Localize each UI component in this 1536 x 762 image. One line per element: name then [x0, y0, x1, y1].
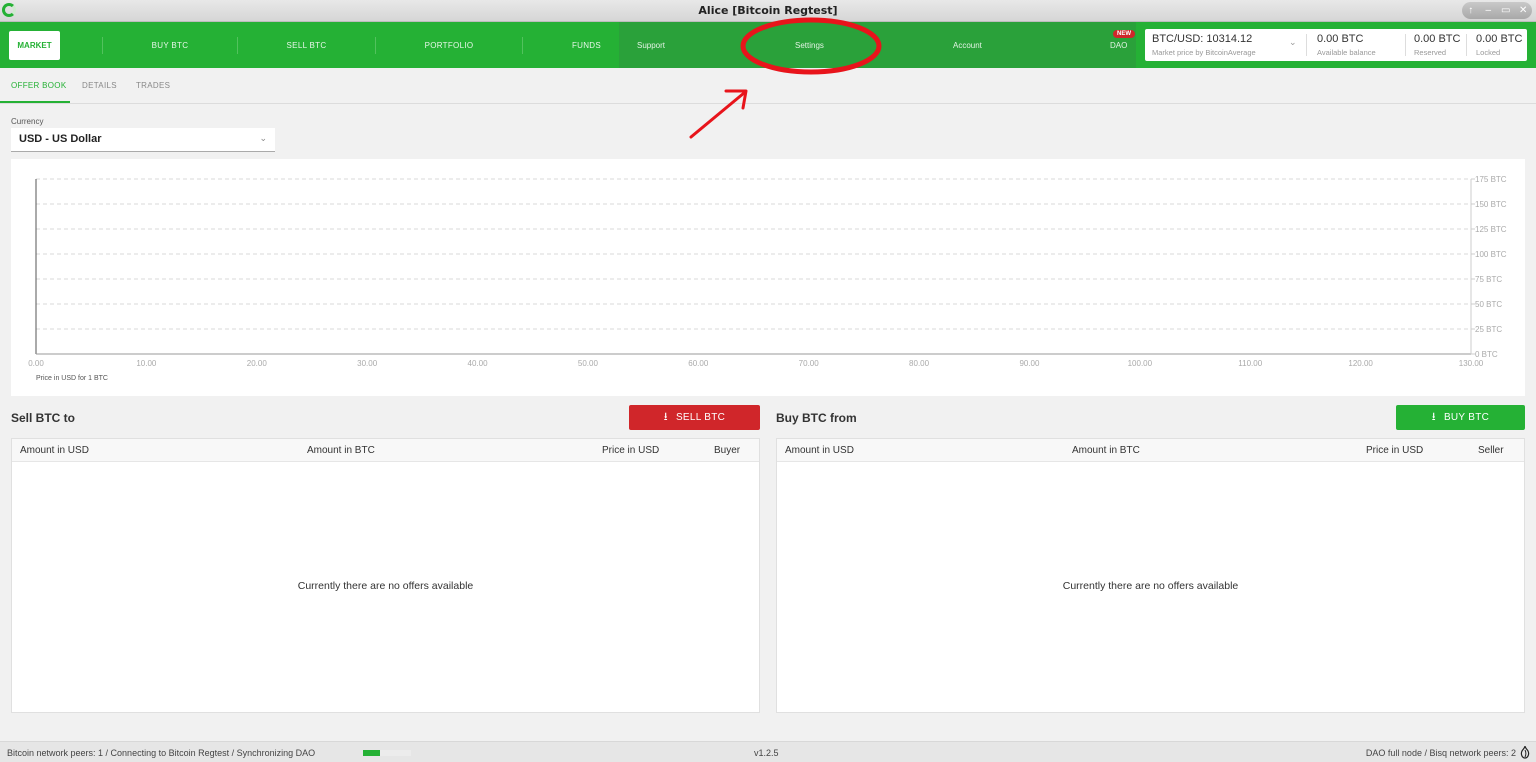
network-status-text: Bitcoin network peers: 1 / Connecting to… — [7, 748, 316, 758]
x-tick-label: 10.00 — [136, 359, 157, 368]
locked-balance-label: Locked — [1476, 48, 1501, 57]
y-tick-label: 100 BTC — [1475, 250, 1507, 259]
x-tick-label: 60.00 — [688, 359, 709, 368]
column-header[interactable]: Amount in BTC — [1072, 445, 1140, 456]
table-header: Amount in USD Amount in BTC Price in USD… — [12, 439, 759, 462]
active-tab-indicator — [0, 101, 70, 103]
window-up-icon[interactable]: ↑ — [1464, 4, 1478, 18]
x-tick-label: 80.00 — [909, 359, 930, 368]
offer-depth-chart: 0 BTC 25 BTC 50 BTC 75 BTC 100 BTC 125 BTC 150… — [11, 159, 1525, 396]
market-price-value: BTC/USD: 10314.12 — [1152, 33, 1253, 45]
currency-value: USD - US Dollar — [19, 133, 102, 145]
buy-btc-button[interactable]: ⭳ BUY BTC — [1396, 405, 1525, 430]
reserved-balance-label: Reserved — [1414, 48, 1447, 57]
nav-market-button[interactable]: MARKET — [9, 31, 60, 60]
window-title: Alice [Bitcoin Regtest] — [698, 4, 838, 17]
sync-progress-fill — [363, 750, 380, 756]
available-balance-value: 0.00 BTC — [1317, 33, 1364, 45]
y-tick-label: 75 BTC — [1475, 275, 1502, 284]
x-tick-label: 110.00 — [1238, 359, 1262, 368]
column-header[interactable]: Price in USD — [1366, 445, 1423, 456]
nav-dao-button[interactable]: DAO — [1110, 41, 1127, 50]
window-maximize-icon[interactable]: ▭ — [1499, 4, 1513, 18]
locked-balance-value: 0.00 BTC — [1476, 33, 1523, 45]
y-tick-label: 175 BTC — [1475, 175, 1507, 184]
balance-divider — [1466, 34, 1467, 56]
table-header: Amount in USD Amount in BTC Price in USD… — [777, 439, 1524, 462]
tab-offer-book[interactable]: OFFER BOOK — [11, 81, 66, 90]
chevron-down-icon: ⌄ — [259, 133, 267, 143]
nav-portfolio-button[interactable]: PORTFOLIO — [376, 22, 522, 68]
balance-divider — [1405, 34, 1406, 56]
window-controls: ↑ – ▭ ✕ — [1462, 2, 1532, 19]
x-tick-label: 50.00 — [578, 359, 599, 368]
sell-btc-button[interactable]: ⭳ SELL BTC — [629, 405, 760, 430]
x-tick-label: 30.00 — [357, 359, 378, 368]
sell-section-title: Sell BTC to — [11, 411, 76, 425]
empty-offers-message: Currently there are no offers available — [1062, 580, 1239, 592]
y-tick-label: 25 BTC — [1475, 325, 1502, 334]
market-tabs: OFFER BOOK DETAILS TRADES — [0, 68, 1536, 104]
x-tick-label: 70.00 — [799, 359, 820, 368]
peer-status-text: DAO full node / Bisq network peers: 2 — [1365, 748, 1516, 758]
reserved-balance-value: 0.00 BTC — [1414, 33, 1461, 45]
nav-buy-btc-button[interactable]: BUY BTC — [103, 22, 237, 68]
x-tick-label: 120.00 — [1348, 359, 1373, 368]
nav-sell-btc-button[interactable]: SELL BTC — [238, 22, 375, 68]
chart-canvas: 0 BTC 25 BTC 50 BTC 75 BTC 100 BTC 125 BTC 150… — [28, 175, 1507, 382]
balance-panel: BTC/USD: 10314.12 Market price by Bitcoi… — [1145, 29, 1527, 61]
market-price-label: Market price by BitcoinAverage — [1152, 48, 1256, 57]
buy-section-title: Buy BTC from — [776, 411, 857, 425]
available-balance-label: Available balance — [1317, 48, 1376, 57]
column-header[interactable]: Seller — [1478, 445, 1504, 456]
chevron-down-icon: ⌄ — [1289, 37, 1297, 47]
market-price-selector[interactable]: BTC/USD: 10314.12 Market price by Bitcoi… — [1145, 29, 1305, 61]
x-tick-label: 20.00 — [247, 359, 268, 368]
nav-funds-button[interactable]: FUNDS — [523, 22, 619, 68]
download-tray-icon: ⭳ — [1431, 411, 1436, 423]
buy-btc-button-label: BUY BTC — [1443, 412, 1490, 423]
column-header[interactable]: Price in USD — [602, 445, 659, 456]
window-minimize-icon[interactable]: – — [1481, 4, 1495, 18]
top-navigation: MARKET BUY BTC SELL BTC PORTFOLIO FUNDS … — [0, 22, 1536, 68]
column-header[interactable]: Amount in BTC — [307, 445, 375, 456]
balance-divider — [1306, 34, 1307, 56]
y-tick-label: 125 BTC — [1475, 225, 1507, 234]
sync-progress-bar — [363, 750, 411, 756]
secondary-nav — [619, 22, 1136, 68]
column-header[interactable]: Buyer — [714, 445, 740, 456]
x-tick-label: 90.00 — [1019, 359, 1040, 368]
x-tick-label: 100.00 — [1128, 359, 1153, 368]
currency-label: Currency — [11, 117, 44, 126]
nav-account-button[interactable]: Account — [953, 22, 982, 68]
y-tick-label: 0 BTC — [1475, 350, 1498, 359]
tor-onion-icon[interactable] — [1520, 745, 1530, 759]
sell-btc-button-label: SELL BTC — [675, 412, 726, 423]
app-version: v1.2.5 — [754, 748, 779, 758]
tab-trades[interactable]: TRADES — [136, 81, 170, 90]
window-close-icon[interactable]: ✕ — [1516, 4, 1530, 18]
x-tick-label: 0.00 — [28, 359, 44, 368]
sell-offers-table: Amount in USD Amount in BTC Price in USD… — [11, 438, 760, 713]
currency-select[interactable]: USD - US Dollar ⌄ — [11, 128, 275, 152]
x-axis-title: Price in USD for 1 BTC — [36, 375, 108, 382]
buy-offers-table: Amount in USD Amount in BTC Price in USD… — [776, 438, 1525, 713]
new-badge: NEW — [1113, 30, 1135, 38]
y-tick-label: 150 BTC — [1475, 200, 1507, 209]
tab-details[interactable]: DETAILS — [82, 81, 117, 90]
column-header[interactable]: Amount in USD — [20, 445, 89, 456]
status-bar: Bitcoin network peers: 1 / Connecting to… — [0, 741, 1536, 762]
column-header[interactable]: Amount in USD — [785, 445, 854, 456]
empty-offers-message: Currently there are no offers available — [297, 580, 474, 592]
nav-support-button[interactable]: Support — [637, 22, 665, 68]
x-tick-label: 130.00 — [1459, 359, 1484, 368]
download-tray-icon: ⭳ — [663, 411, 668, 423]
nav-settings-button[interactable]: Settings — [795, 22, 824, 68]
x-tick-label: 40.00 — [468, 359, 489, 368]
title-bar: Alice [Bitcoin Regtest] ↑ – ▭ ✕ — [0, 0, 1536, 22]
y-tick-label: 50 BTC — [1475, 300, 1502, 309]
